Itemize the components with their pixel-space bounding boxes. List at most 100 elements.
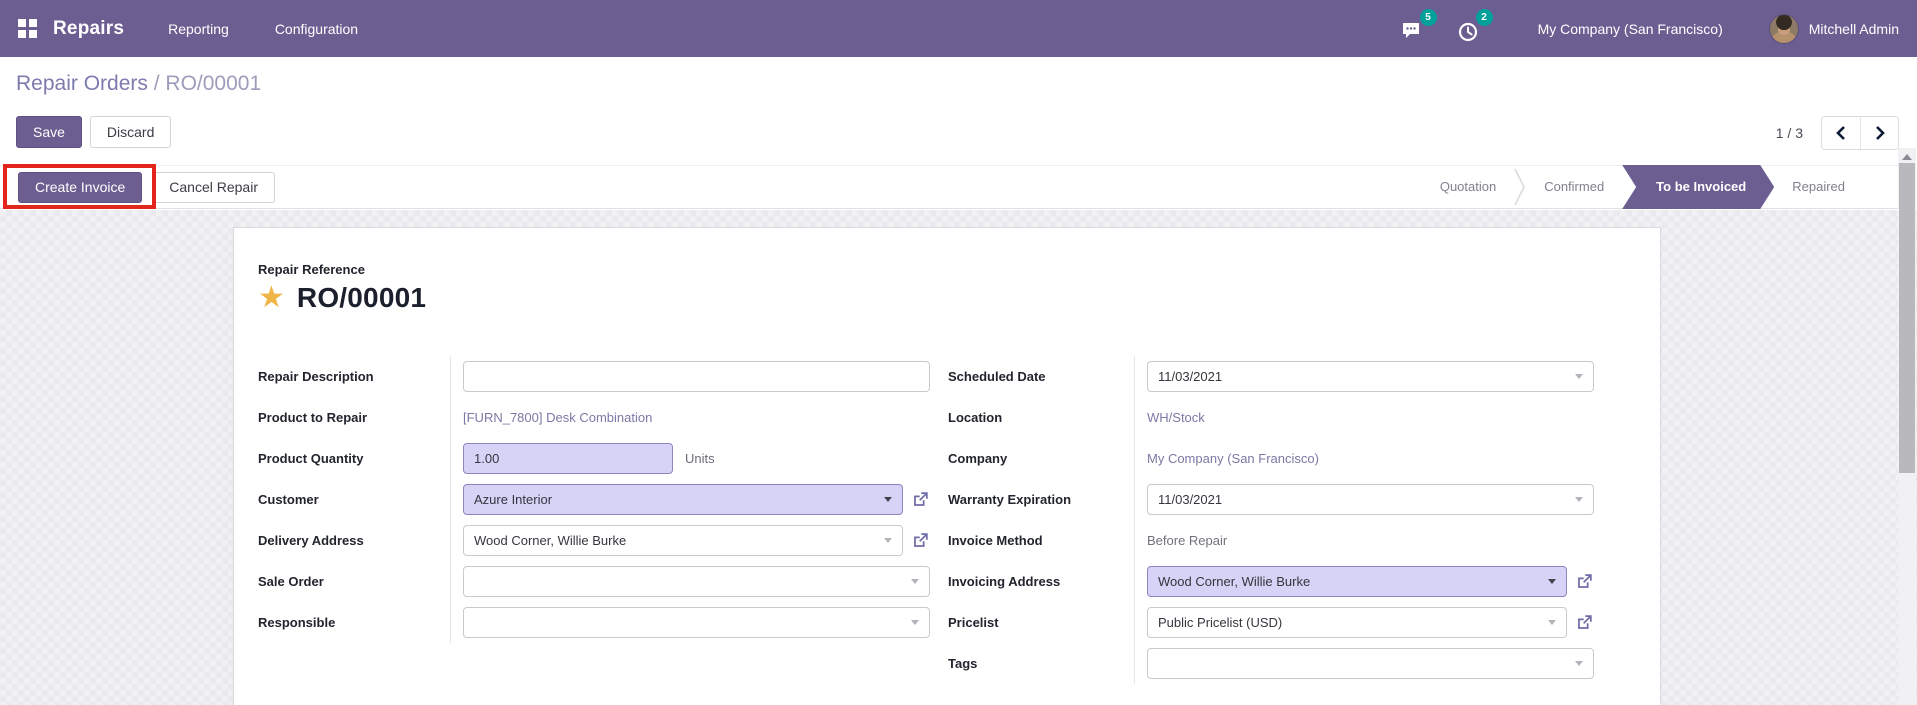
external-link-icon[interactable] [911, 531, 930, 550]
location-cell: WH/Stock [1134, 397, 1594, 438]
pricelist-label: Pricelist [948, 615, 1134, 630]
invoice-method-cell: Before Repair [1134, 520, 1594, 561]
sale-order-select[interactable] [463, 566, 930, 597]
warranty-expiration-value: 11/03/2021 [1158, 492, 1222, 507]
field-row-product-to-repair: Product to Repair [FURN_7800] Desk Combin… [258, 397, 930, 438]
warranty-expiration-cell: 11/03/2021 [1134, 479, 1594, 520]
title-row: ★ RO/00001 [258, 282, 1630, 314]
scrollbar-up-arrow-icon[interactable] [1902, 154, 1912, 160]
activities-icon[interactable]: 2 [1458, 16, 1484, 42]
invoicing-address-select[interactable]: Wood Corner, Willie Burke [1147, 566, 1567, 597]
chevron-down-icon [1548, 579, 1556, 584]
messages-badge: 5 [1420, 9, 1437, 26]
tags-label: Tags [948, 656, 1134, 671]
nav-menu: Reporting Configuration [168, 21, 358, 37]
chevron-down-icon [1548, 620, 1556, 625]
chevron-left-icon [1836, 126, 1846, 140]
responsible-select[interactable] [463, 607, 930, 638]
activities-badge: 2 [1476, 9, 1493, 26]
invoicing-address-cell: Wood Corner, Willie Burke [1134, 561, 1594, 602]
field-row-sale-order: Sale Order [258, 561, 930, 602]
delivery-address-label: Delivery Address [258, 533, 450, 548]
product-quantity-label: Product Quantity [258, 451, 450, 466]
save-button[interactable]: Save [16, 116, 82, 148]
menu-item-configuration[interactable]: Configuration [275, 21, 358, 37]
location-link[interactable]: WH/Stock [1147, 410, 1205, 425]
product-to-repair-link[interactable]: [FURN_7800] Desk Combination [463, 410, 652, 425]
location-label: Location [948, 410, 1134, 425]
warranty-expiration-select[interactable]: 11/03/2021 [1147, 484, 1594, 515]
status-bar: Quotation Confirmed To be Invoiced Repai… [1422, 165, 1863, 209]
status-separator-icon [1514, 167, 1526, 207]
cancel-repair-button[interactable]: Cancel Repair [152, 172, 275, 203]
status-step-confirmed[interactable]: Confirmed [1526, 165, 1622, 209]
action-bar: Create Invoice Cancel Repair Quotation C… [0, 165, 1899, 209]
tags-cell [1134, 643, 1594, 684]
chevron-down-icon [884, 538, 892, 543]
customer-select[interactable]: Azure Interior [463, 484, 903, 515]
external-link-icon[interactable] [1575, 613, 1594, 632]
app-name[interactable]: Repairs [53, 18, 124, 40]
breadcrumb-parent-link[interactable]: Repair Orders [16, 72, 148, 95]
tags-select[interactable] [1147, 648, 1594, 679]
customer-label: Customer [258, 492, 450, 507]
breadcrumb-separator: / [148, 72, 166, 95]
field-row-invoicing-address: Invoicing Address Wood Corner, Willie Bur… [948, 561, 1594, 602]
form-right-group: Scheduled Date 11/03/2021 Location WH/Stock… [948, 356, 1594, 684]
status-step-repaired[interactable]: Repaired [1774, 165, 1863, 209]
create-invoice-button[interactable]: Create Invoice [18, 172, 142, 203]
product-to-repair-cell: [FURN_7800] Desk Combination [450, 397, 930, 438]
chevron-down-icon [911, 620, 919, 625]
vertical-scrollbar[interactable] [1898, 148, 1916, 705]
user-menu[interactable]: Mitchell Admin [1809, 21, 1899, 37]
field-row-pricelist: Pricelist Public Pricelist (USD) [948, 602, 1594, 643]
repair-description-label: Repair Description [258, 369, 450, 384]
control-panel-buttons: Save Discard [16, 116, 171, 148]
status-step-to-be-invoiced[interactable]: To be Invoiced [1622, 165, 1774, 209]
apps-grid-icon[interactable] [18, 19, 37, 38]
external-link-icon[interactable] [911, 490, 930, 509]
messages-icon[interactable]: 5 [1402, 16, 1428, 42]
chevron-down-icon [884, 497, 892, 502]
breadcrumb: Repair Orders / RO/00001 [16, 72, 261, 96]
field-row-location: Location WH/Stock [948, 397, 1594, 438]
invoicing-address-label: Invoicing Address [948, 574, 1134, 589]
scheduled-date-label: Scheduled Date [948, 369, 1134, 384]
company-cell: My Company (San Francisco) [1134, 438, 1594, 479]
delivery-address-select[interactable]: Wood Corner, Willie Burke [463, 525, 903, 556]
repair-description-input[interactable] [463, 361, 930, 392]
company-switcher[interactable]: My Company (San Francisco) [1538, 21, 1723, 37]
scheduled-date-select[interactable]: 11/03/2021 [1147, 361, 1594, 392]
chevron-down-icon [1575, 374, 1583, 379]
field-row-product-quantity: Product Quantity1.00Units [258, 438, 930, 479]
repair-reference-label: Repair Reference [258, 262, 1630, 277]
product-quantity-input[interactable]: 1.00 [463, 443, 673, 474]
breadcrumb-current: RO/00001 [165, 72, 261, 95]
sale-order-cell [450, 561, 930, 602]
company-label: Company [948, 451, 1134, 466]
field-row-tags: Tags [948, 643, 1594, 684]
scheduled-date-value: 11/03/2021 [1158, 369, 1222, 384]
favorite-star-icon[interactable]: ★ [258, 283, 285, 313]
menu-item-reporting[interactable]: Reporting [168, 21, 229, 37]
delivery-address-cell: Wood Corner, Willie Burke [450, 520, 930, 561]
warranty-expiration-label: Warranty Expiration [948, 492, 1134, 507]
discard-button[interactable]: Discard [90, 116, 171, 148]
pager-next-button[interactable] [1860, 117, 1898, 149]
responsible-label: Responsible [258, 615, 450, 630]
company-link[interactable]: My Company (San Francisco) [1147, 451, 1319, 466]
status-step-quotation[interactable]: Quotation [1422, 165, 1514, 209]
invoice-method-label: Invoice Method [948, 533, 1134, 548]
field-row-company: Company My Company (San Francisco) [948, 438, 1594, 479]
pager-value[interactable]: 1 / 3 [1776, 125, 1803, 141]
scrollbar-thumb[interactable] [1899, 163, 1915, 473]
product-to-repair-label: Product to Repair [258, 410, 450, 425]
pricelist-select[interactable]: Public Pricelist (USD) [1147, 607, 1567, 638]
navbar-left: Repairs Reporting Configuration [18, 18, 358, 40]
avatar[interactable] [1769, 14, 1799, 44]
field-row-repair-description: Repair Description [258, 356, 930, 397]
field-row-scheduled-date: Scheduled Date 11/03/2021 [948, 356, 1594, 397]
pager-previous-button[interactable] [1822, 117, 1860, 149]
repair-description-cell [450, 356, 930, 397]
external-link-icon[interactable] [1575, 572, 1594, 591]
